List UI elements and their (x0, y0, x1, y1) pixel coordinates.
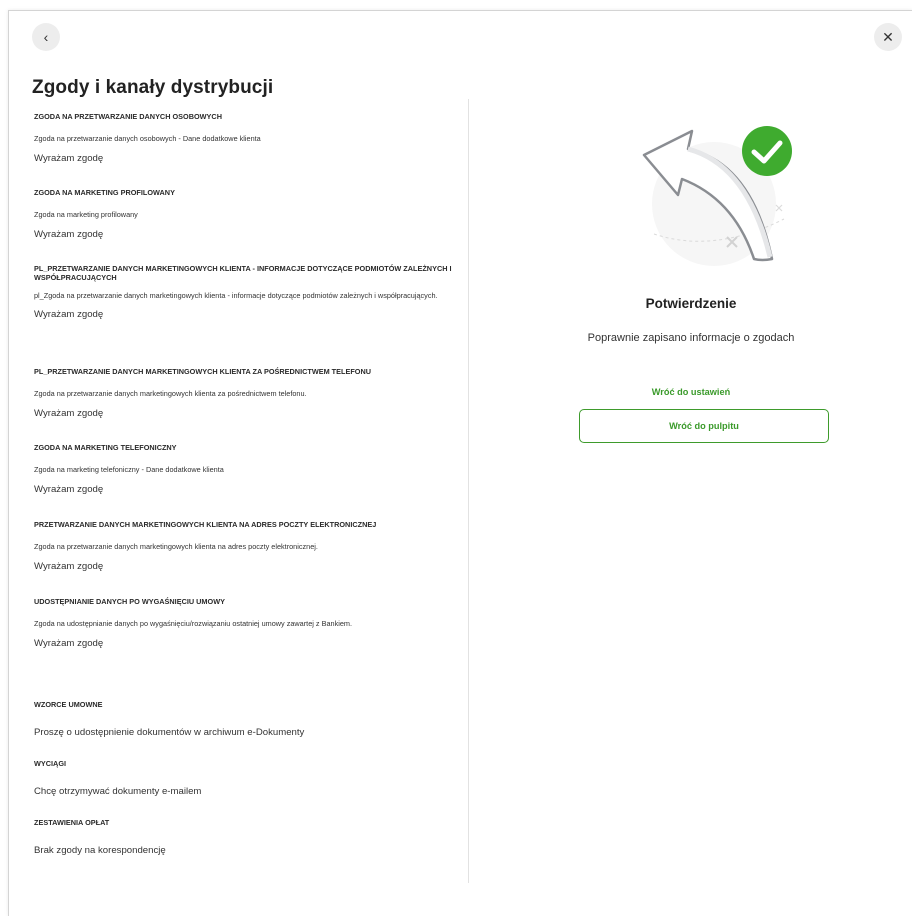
channel-value: Proszę o udostępnienie dokumentów w arch… (34, 726, 305, 738)
channel-heading: WZORCE UMOWNE (34, 700, 103, 709)
consent-item: ZGODA NA MARKETING TELEFONICZNY Zgoda na… (34, 443, 464, 496)
consent-value: Wyrażam zgodę (34, 637, 104, 649)
page-title: Zgody i kanały dystrybucji (32, 77, 274, 98)
channel-heading: WYCIĄGI (34, 759, 67, 768)
channel-value: Brak zgody na korespondencję (34, 844, 166, 856)
modal-panel: ‹ ✕ Zgody i kanały dystrybucji ZGODA NA … (8, 10, 912, 916)
column-divider (468, 99, 469, 883)
confirmation-message: Poprawnie zapisano informacje o zgodach (587, 332, 795, 344)
channel-value: Chcę otrzymywać dokumenty e-mailem (34, 785, 202, 797)
consent-item: PL_PRZETWARZANIE DANYCH MARKETINGOWYCH K… (34, 264, 464, 321)
close-button[interactable]: ✕ (874, 23, 902, 51)
consent-value: Wyrażam zgodę (34, 407, 104, 419)
consent-value: Wyrażam zgodę (34, 228, 104, 240)
consent-heading: PRZETWARZANIE DANYCH MARKETINGOWYCH KLIE… (34, 520, 377, 529)
consent-heading: UDOSTĘPNIANIE DANYCH PO WYGAŚNIĘCIU UMOW… (34, 597, 225, 606)
back-to-dashboard-button[interactable]: Wróć do pulpitu (579, 409, 829, 443)
consent-item: UDOSTĘPNIANIE DANYCH PO WYGAŚNIĘCIU UMOW… (34, 597, 464, 650)
consent-value: Wyrażam zgodę (34, 483, 104, 495)
consent-heading: PL_PRZETWARZANIE DANYCH MARKETINGOWYCH K… (34, 367, 371, 376)
consent-description: Zgoda na przetwarzanie danych marketingo… (34, 541, 318, 551)
consent-description: pl_Zgoda na przetwarzanie danych marketi… (34, 291, 438, 300)
channel-item: WYCIĄGI Chcę otrzymywać dokumenty e-mail… (34, 759, 464, 798)
channel-item: WZORCE UMOWNE Proszę o udostępnienie dok… (34, 700, 464, 739)
success-arrow-check-icon (642, 126, 792, 266)
back-to-settings-link[interactable]: Wróć do ustawień (469, 387, 912, 397)
back-button[interactable]: ‹ (32, 23, 60, 51)
close-icon: ✕ (882, 28, 894, 45)
channel-item: ZESTAWIENIA OPŁAT Brak zgody na korespon… (34, 818, 464, 857)
consent-heading: ZGODA NA MARKETING PROFILOWANY (34, 188, 175, 197)
consent-description: Zgoda na przetwarzanie danych osobowych … (34, 133, 261, 143)
consent-value: Wyrażam zgodę (34, 309, 104, 320)
consent-item: PL_PRZETWARZANIE DANYCH MARKETINGOWYCH K… (34, 367, 464, 420)
consent-heading: ZGODA NA MARKETING TELEFONICZNY (34, 443, 177, 452)
channel-heading: ZESTAWIENIA OPŁAT (34, 818, 110, 827)
consent-item: ZGODA NA PRZETWARZANIE DANYCH OSOBOWYCH … (34, 112, 464, 165)
consent-description: Zgoda na udostępnianie danych po wygaśni… (34, 618, 352, 628)
consent-value: Wyrażam zgodę (34, 560, 104, 572)
consent-description: Zgoda na marketing telefoniczny - Dane d… (34, 464, 224, 474)
consent-heading: ZGODA NA PRZETWARZANIE DANYCH OSOBOWYCH (34, 112, 222, 121)
consent-heading: PL_PRZETWARZANIE DANYCH MARKETINGOWYCH K… (34, 264, 452, 282)
consent-item: ZGODA NA MARKETING PROFILOWANY Zgoda na … (34, 188, 464, 241)
chevron-left-icon: ‹ (43, 29, 49, 45)
consent-description: Zgoda na przetwarzanie danych marketingo… (34, 388, 307, 398)
consent-value: Wyrażam zgodę (34, 152, 104, 164)
consent-item: PRZETWARZANIE DANYCH MARKETINGOWYCH KLIE… (34, 520, 464, 573)
consent-description: Zgoda na marketing profilowany (34, 209, 138, 219)
confirmation-title: Potwierdzenie (645, 296, 737, 311)
